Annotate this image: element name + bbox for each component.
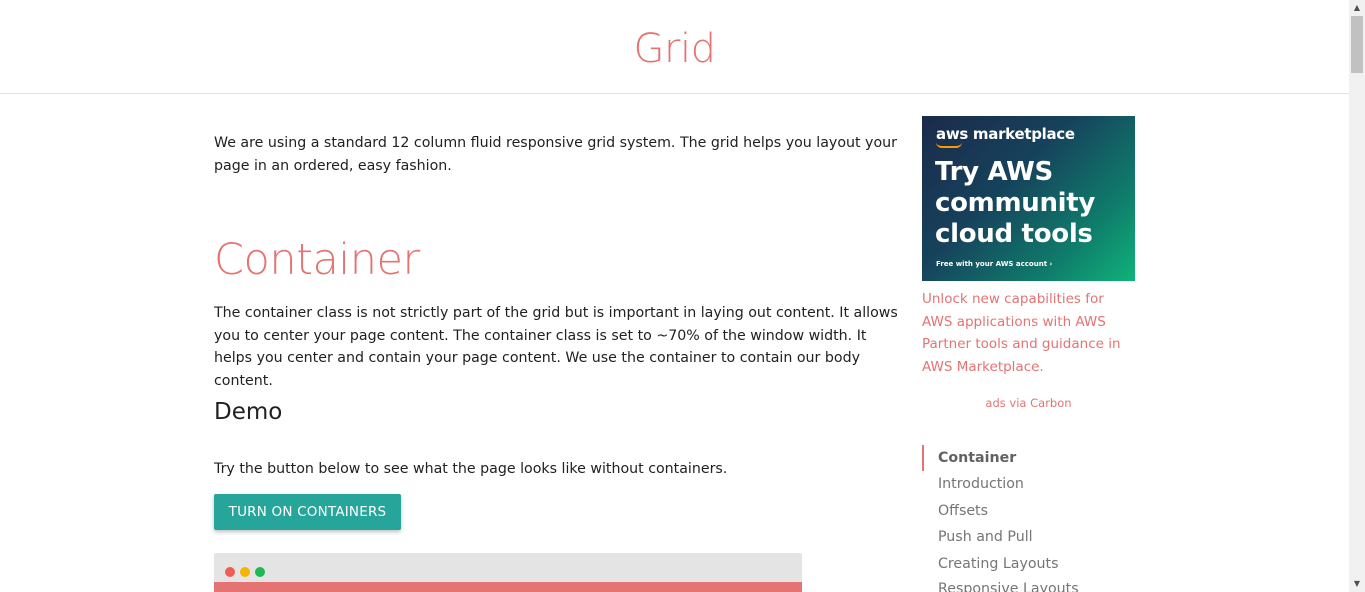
aws-smile-icon (936, 142, 962, 148)
vertical-scrollbar[interactable]: ▲ ▼ (1349, 0, 1365, 592)
ad-banner[interactable]: aws marketplace Try AWS community cloud … (922, 116, 1135, 281)
intro-paragraph: We are using a standard 12 column fluid … (214, 135, 897, 174)
page-title: Grid (633, 26, 716, 72)
ad-brand-logo: aws marketplace (936, 125, 1075, 143)
section-title: Container (214, 235, 420, 285)
window-close-dot-icon (225, 567, 235, 577)
toc-item-push-and-pull[interactable]: Push and Pull (922, 524, 1135, 550)
toc-item-responsive-layouts[interactable]: Responsive Layouts (922, 576, 1135, 592)
toc-item-container[interactable]: Container (922, 445, 1135, 471)
demo-title: Demo (214, 399, 283, 425)
toc-item-offsets[interactable]: Offsets (922, 498, 1135, 524)
toc-item-creating-layouts[interactable]: Creating Layouts (922, 551, 1135, 577)
window-maximize-dot-icon (255, 567, 265, 577)
scroll-down-arrow-icon[interactable]: ▼ (1349, 576, 1365, 592)
browser-mockup (214, 553, 802, 592)
window-minimize-dot-icon (240, 567, 250, 577)
section-description: The container class is not strictly part… (214, 305, 898, 389)
toc-item-introduction[interactable]: Introduction (922, 471, 1135, 497)
ads-via-carbon-link[interactable]: ads via Carbon (922, 396, 1135, 410)
scroll-up-arrow-icon[interactable]: ▲ (1349, 0, 1365, 16)
demo-description: Try the button below to see what the pag… (214, 461, 728, 477)
turn-on-containers-button[interactable]: Turn on Containers (214, 494, 401, 530)
ad-text-link[interactable]: Unlock new capabilities for AWS applicat… (922, 288, 1135, 378)
scrollbar-thumb[interactable] (1351, 16, 1363, 73)
ad-small-print: Free with your AWS account › (936, 260, 1053, 268)
ad-headline: Try AWS community cloud tools (935, 157, 1096, 249)
page-header: Grid (0, 0, 1349, 94)
mockup-nav-bar (214, 582, 802, 592)
